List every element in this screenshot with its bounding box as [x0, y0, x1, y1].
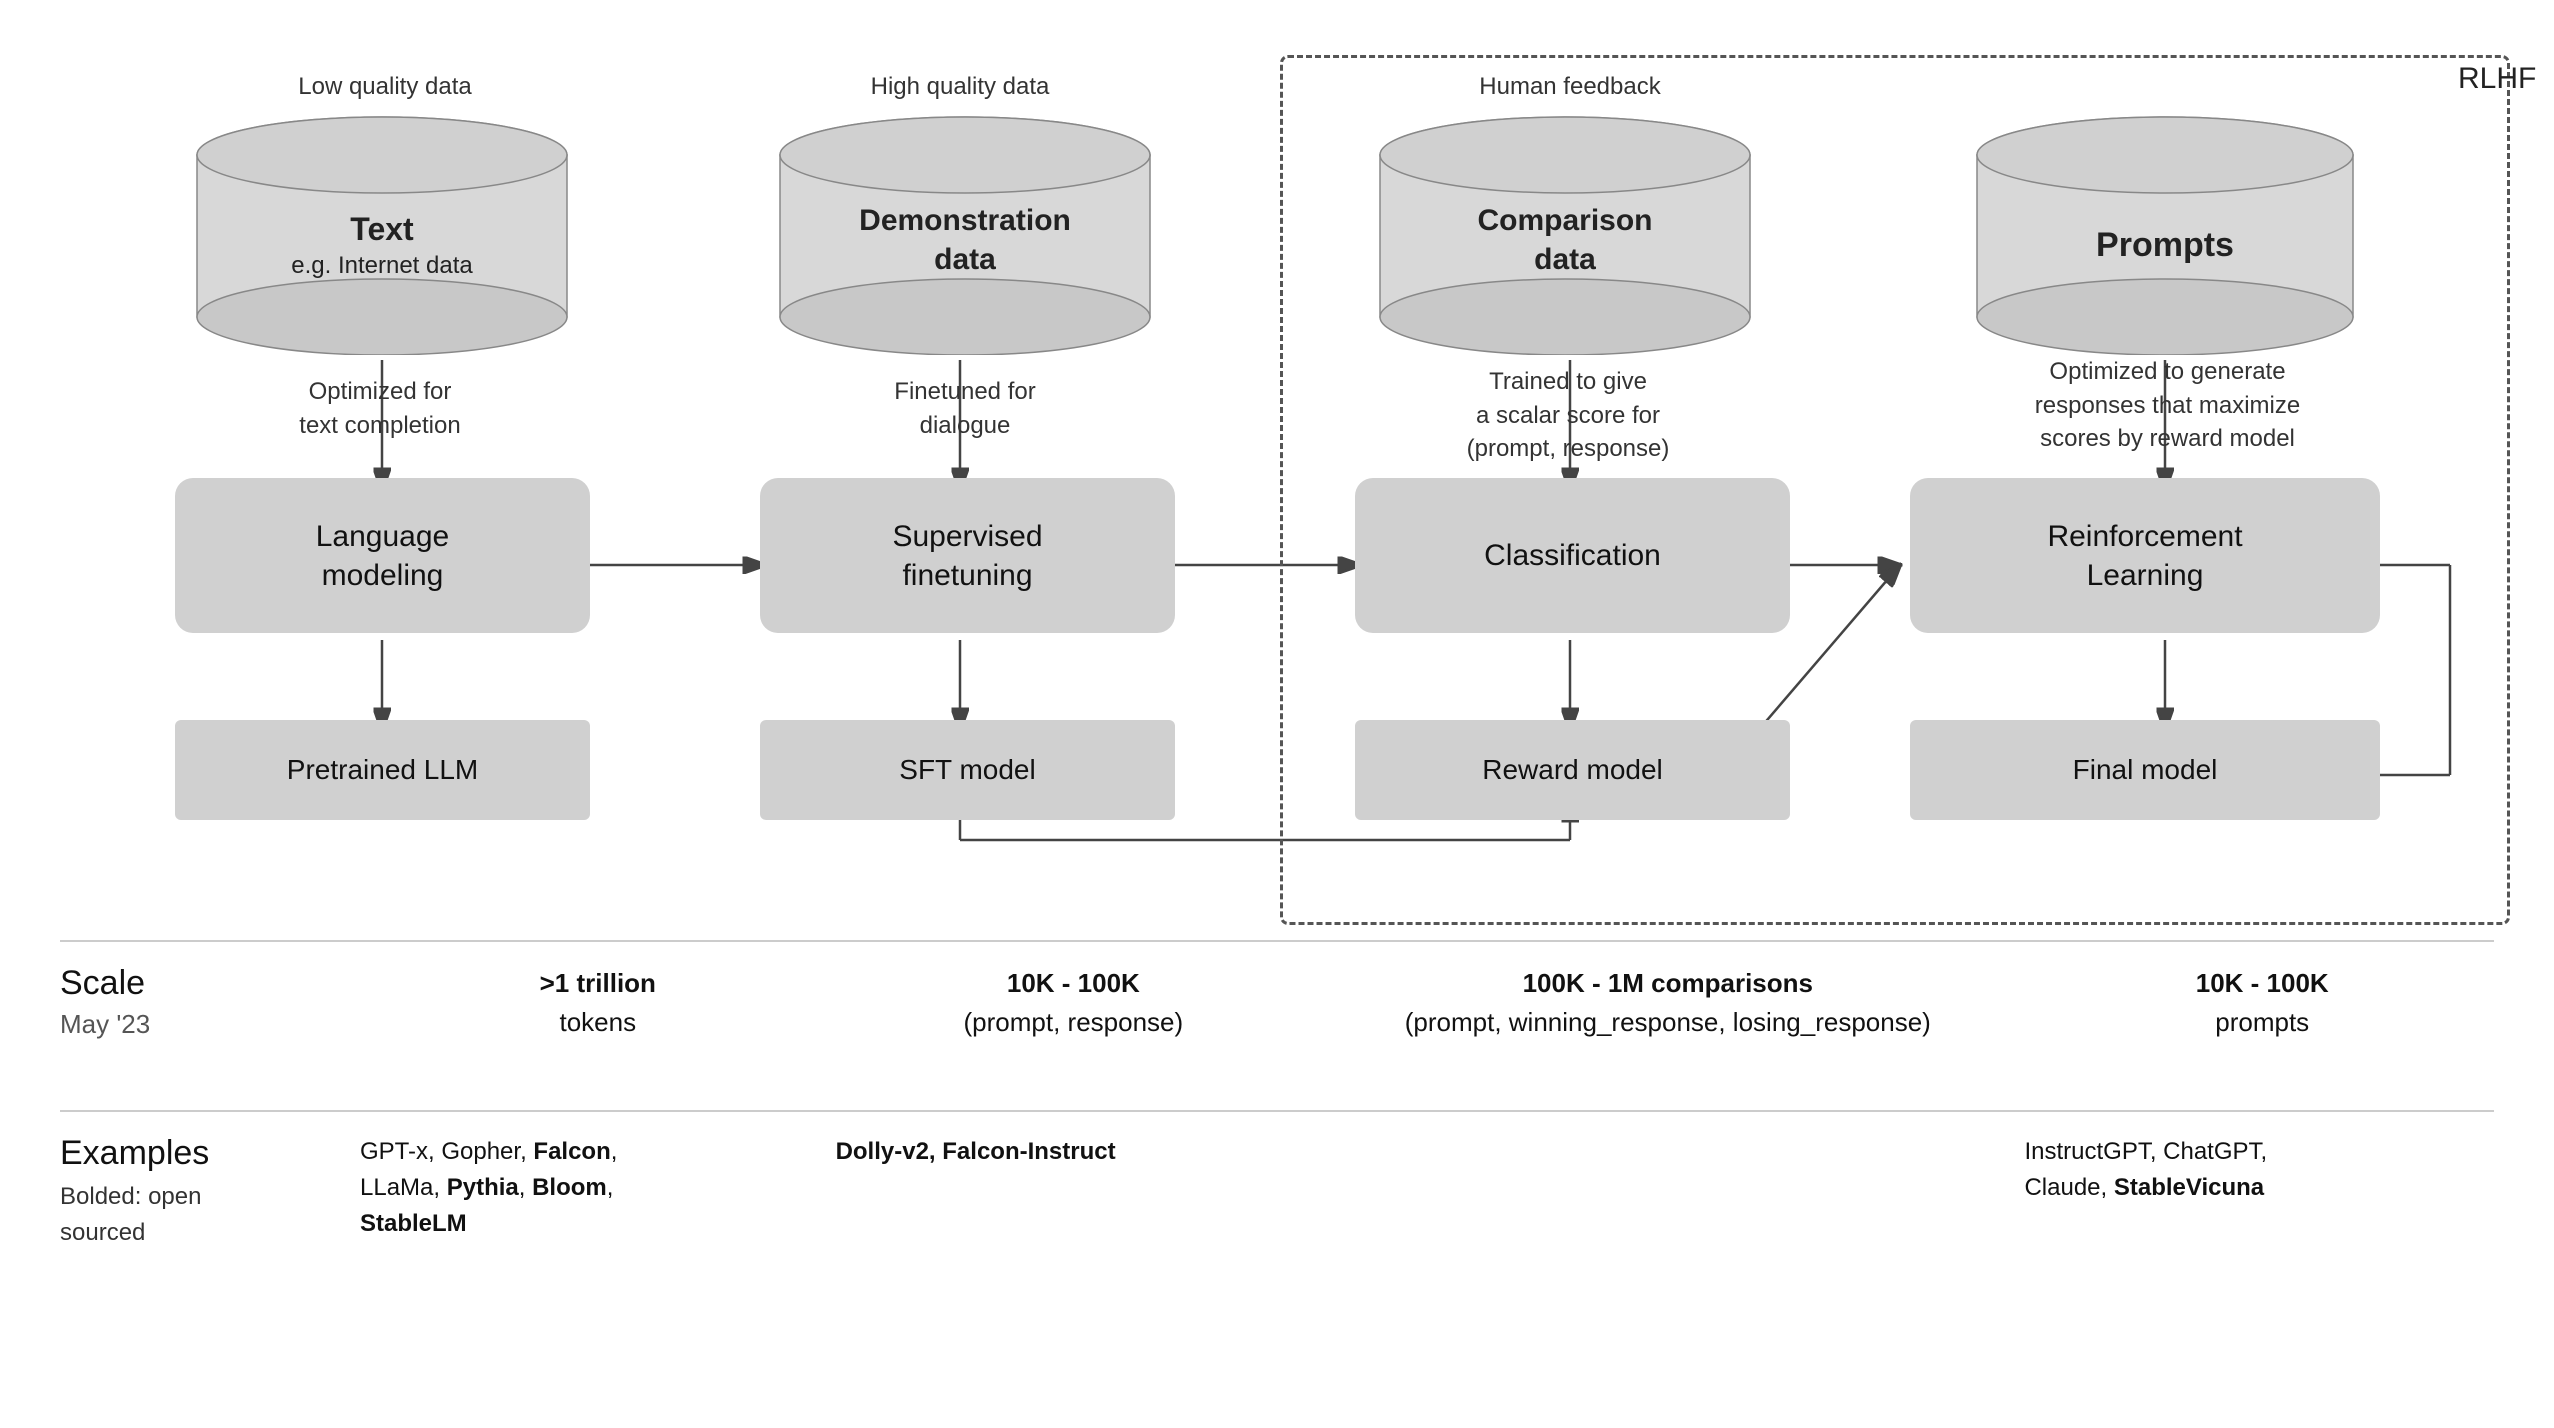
scale-col3: 100K - 1M comparisons(prompt, winning_re… — [1311, 960, 2024, 1042]
rlhf-label: RLHF — [2458, 62, 2536, 96]
col1-output-box: Pretrained LLM — [175, 720, 590, 820]
col2-output-box: SFT model — [760, 720, 1175, 820]
col2-cylinder-text: Demonstrationdata — [859, 201, 1071, 279]
col2-process-box: Supervised finetuning — [760, 478, 1175, 633]
examples-col1: GPT-x, Gopher, Falcon,LLaMa, Pythia, Blo… — [260, 1130, 836, 1242]
scale-section: Scale May '23 >1 trilliontokens 10K - 10… — [60, 960, 2500, 1042]
col4-cylinder: Prompts — [1970, 115, 2360, 355]
col4-cylinder-text: Prompts — [2096, 223, 2234, 267]
examples-section: Examples Bolded: opensourced GPT-x, Goph… — [60, 1130, 2500, 1251]
divider-line — [60, 940, 2494, 942]
col1-cylinder-line2: e.g. Internet data — [291, 250, 472, 281]
col2-top-label: High quality data — [790, 70, 1130, 104]
col3-cylinder-text: Comparisondata — [1477, 201, 1652, 279]
col1-cylinder: Text e.g. Internet data — [192, 115, 572, 355]
examples-col4: InstructGPT, ChatGPT,Claude, StableVicun… — [2024, 1130, 2500, 1206]
col1-cylinder-line1: Text — [291, 209, 472, 251]
col1-top-label: Low quality data — [220, 70, 550, 104]
col3-output-box: Reward model — [1355, 720, 1790, 820]
col3-process-box: Classification — [1355, 478, 1790, 633]
col3-cylinder: Comparisondata — [1375, 115, 1755, 355]
col1-annotation: Optimized fortext completion — [185, 375, 575, 442]
col3-annotation: Trained to givea scalar score for(prompt… — [1348, 365, 1788, 466]
col4-output-box: Final model — [1910, 720, 2380, 820]
examples-col2: Dolly-v2, Falcon-Instruct — [836, 1130, 1312, 1170]
col4-process-box: Reinforcement Learning — [1910, 478, 2380, 633]
examples-title: Examples — [60, 1134, 260, 1173]
examples-title-block: Examples Bolded: opensourced — [60, 1130, 260, 1251]
divider-line-2 — [60, 1110, 2494, 1112]
examples-col3 — [1311, 1130, 2024, 1134]
scale-col2: 10K - 100K(prompt, response) — [836, 960, 1312, 1042]
col1-process-box: Language modeling — [175, 478, 590, 633]
scale-subtitle: May '23 — [60, 1009, 260, 1040]
col2-annotation: Finetuned fordialogue — [775, 375, 1155, 442]
col3-top-label: Human feedback — [1380, 70, 1760, 104]
scale-col1: >1 trilliontokens — [260, 960, 836, 1042]
scale-title: Scale — [60, 964, 260, 1003]
examples-subtitle: Bolded: opensourced — [60, 1179, 260, 1251]
col2-cylinder: Demonstrationdata — [775, 115, 1155, 355]
scale-title-block: Scale May '23 — [60, 960, 260, 1040]
col4-annotation: Optimized to generateresponses that maxi… — [1935, 355, 2400, 456]
scale-col4: 10K - 100Kprompts — [2024, 960, 2500, 1042]
